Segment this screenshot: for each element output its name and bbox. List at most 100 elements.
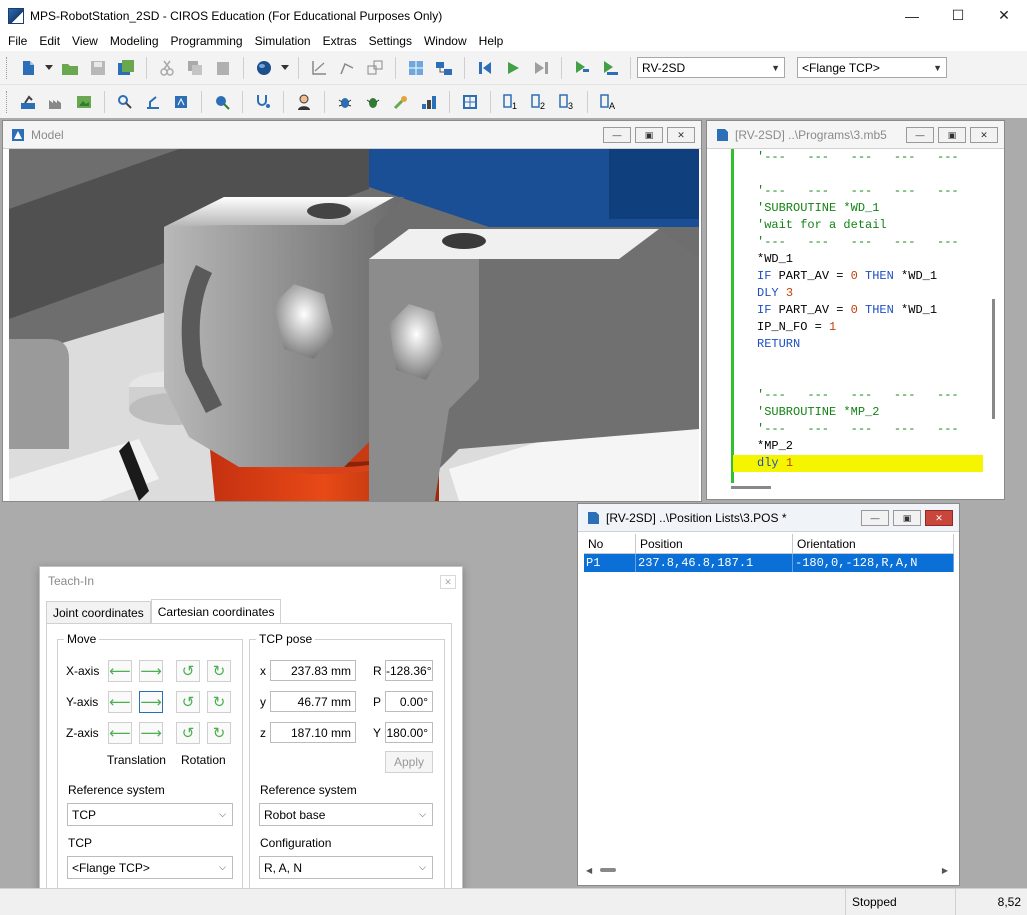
reset-icon[interactable] [473,56,497,80]
code-line[interactable]: '--- --- --- --- --- [733,234,983,251]
robot-arm-icon[interactable] [141,90,165,114]
x-plus-rotate-button[interactable]: ↻ [207,660,231,682]
left-reference-system-select[interactable]: TCP ⌵ [67,803,233,826]
menu-help[interactable]: Help [473,34,510,48]
code-line[interactable]: 'wait for a detail [733,217,983,234]
code-line[interactable]: '--- --- --- --- --- [733,387,983,404]
frame-select-icon[interactable] [458,90,482,114]
x-pose-field[interactable]: 237.83 mm [270,660,356,681]
program-minimize-icon[interactable]: — [906,127,934,143]
operator-icon[interactable] [292,90,316,114]
table-row[interactable]: P1 237.8,46.8,187.1 -180,0,-128,R,A,N [584,554,954,572]
scroll-thumb[interactable] [600,868,616,872]
position-icon[interactable] [210,90,234,114]
image-icon[interactable] [72,90,96,114]
z-minus-rotate-button[interactable]: ↺ [176,722,200,744]
robot-station-icon[interactable] [16,90,40,114]
code-line[interactable]: IP_N_FO = 1 [733,319,983,336]
code-line[interactable]: 'SUBROUTINE *WD_1 [733,200,983,217]
x-plus-translate-button[interactable]: ⟶ [139,660,163,682]
cut-icon[interactable] [155,56,179,80]
position-horizontal-scrollbar[interactable]: ◀ ▶ [584,863,950,877]
model-minimize-icon[interactable]: — [603,127,631,143]
code-line[interactable]: '--- --- --- --- --- [733,421,983,438]
program-close-icon[interactable]: ✕ [970,127,998,143]
toolbar-grip[interactable] [6,90,10,113]
y-plus-rotate-button[interactable]: ↻ [207,691,231,713]
stethoscope-icon[interactable] [251,90,275,114]
new-file-icon[interactable] [16,56,40,80]
layout-a-icon[interactable]: A [596,90,620,114]
menu-file[interactable]: File [2,34,33,48]
position-minimize-icon[interactable]: — [861,510,889,526]
axes-icon[interactable] [307,56,331,80]
code-editor[interactable]: '--- --- --- --- --- '--- --- --- --- ---… [733,149,983,483]
wrench-icon[interactable] [389,90,413,114]
code-horizontal-scrollbar[interactable] [731,486,771,489]
tcp-select-teach[interactable]: <Flange TCP> ⌵ [67,856,233,879]
menu-edit[interactable]: Edit [33,34,66,48]
frame-icon[interactable] [335,56,359,80]
code-line[interactable] [733,353,983,370]
menu-extras[interactable]: Extras [317,34,363,48]
open-folder-icon[interactable] [58,56,82,80]
globe-icon[interactable] [252,56,276,80]
layout-2-icon[interactable]: 2 [527,90,551,114]
code-line[interactable] [733,166,983,183]
play-icon[interactable] [501,56,525,80]
menu-settings[interactable]: Settings [363,34,418,48]
yaw-pose-field[interactable]: 180.00° [385,722,433,743]
column-header-position[interactable]: Position [636,534,793,553]
menu-programming[interactable]: Programming [165,34,249,48]
minimize-icon[interactable]: — [889,0,935,31]
model-close-icon[interactable]: ✕ [667,127,695,143]
code-vertical-scrollbar[interactable] [990,149,998,479]
menu-simulation[interactable]: Simulation [249,34,317,48]
dropdown-arrow-icon[interactable] [44,56,54,80]
step-icon[interactable] [529,56,553,80]
code-line[interactable]: 'SUBROUTINE *MP_2 [733,404,983,421]
menu-modeling[interactable]: Modeling [104,34,165,48]
tab-cartesian-coordinates[interactable]: Cartesian coordinates [150,599,282,623]
x-minus-translate-button[interactable]: ⟵ [108,660,132,682]
position-close-icon[interactable]: ✕ [925,510,953,526]
model-restore-icon[interactable]: ▣ [635,127,663,143]
teach-icon[interactable] [169,90,193,114]
column-header-no[interactable]: No [584,534,636,553]
position-restore-icon[interactable]: ▣ [893,510,921,526]
configuration-select[interactable]: R, A, N ⌵ [259,856,433,879]
y-minus-translate-button[interactable]: ⟵ [108,691,132,713]
z-plus-rotate-button[interactable]: ↻ [207,722,231,744]
y-plus-translate-button[interactable]: ⟶ [139,691,163,713]
factory-icon[interactable] [44,90,68,114]
p-pose-field[interactable]: 0.00° [385,691,433,712]
z-plus-translate-button[interactable]: ⟶ [139,722,163,744]
search-robot-icon[interactable] [113,90,137,114]
code-line[interactable]: *WD_1 [733,251,983,268]
column-header-orientation[interactable]: Orientation [793,534,954,553]
scroll-right-icon[interactable]: ▶ [942,866,948,875]
code-line[interactable]: IF PART_AV = 0 THEN *WD_1 [733,268,983,285]
arrange-icon[interactable] [363,56,387,80]
layout-1-icon[interactable]: 1 [499,90,523,114]
maximize-icon[interactable]: ☐ [935,0,981,31]
code-line[interactable]: *MP_2 [733,438,983,455]
grid-icon[interactable] [404,56,428,80]
bug-icon[interactable] [333,90,357,114]
program-restore-icon[interactable]: ▣ [938,127,966,143]
dropdown-arrow-icon[interactable] [280,56,290,80]
copy-icon[interactable] [183,56,207,80]
z-pose-field[interactable]: 187.10 mm [270,722,356,743]
signal-icon[interactable] [417,90,441,114]
close-icon[interactable]: ✕ [981,0,1027,31]
upload-program-icon[interactable] [598,56,622,80]
code-line[interactable]: '--- --- --- --- --- [733,183,983,200]
y-pose-field[interactable]: 46.77 mm [270,691,356,712]
download-program-icon[interactable] [570,56,594,80]
menu-view[interactable]: View [66,34,104,48]
r-pose-field[interactable]: -128.36° [385,660,433,681]
code-line[interactable]: '--- --- --- --- --- [733,149,983,166]
save-icon[interactable] [86,56,110,80]
code-line[interactable]: dly 1 [733,455,983,472]
teach-in-close-icon[interactable]: ✕ [440,575,456,589]
